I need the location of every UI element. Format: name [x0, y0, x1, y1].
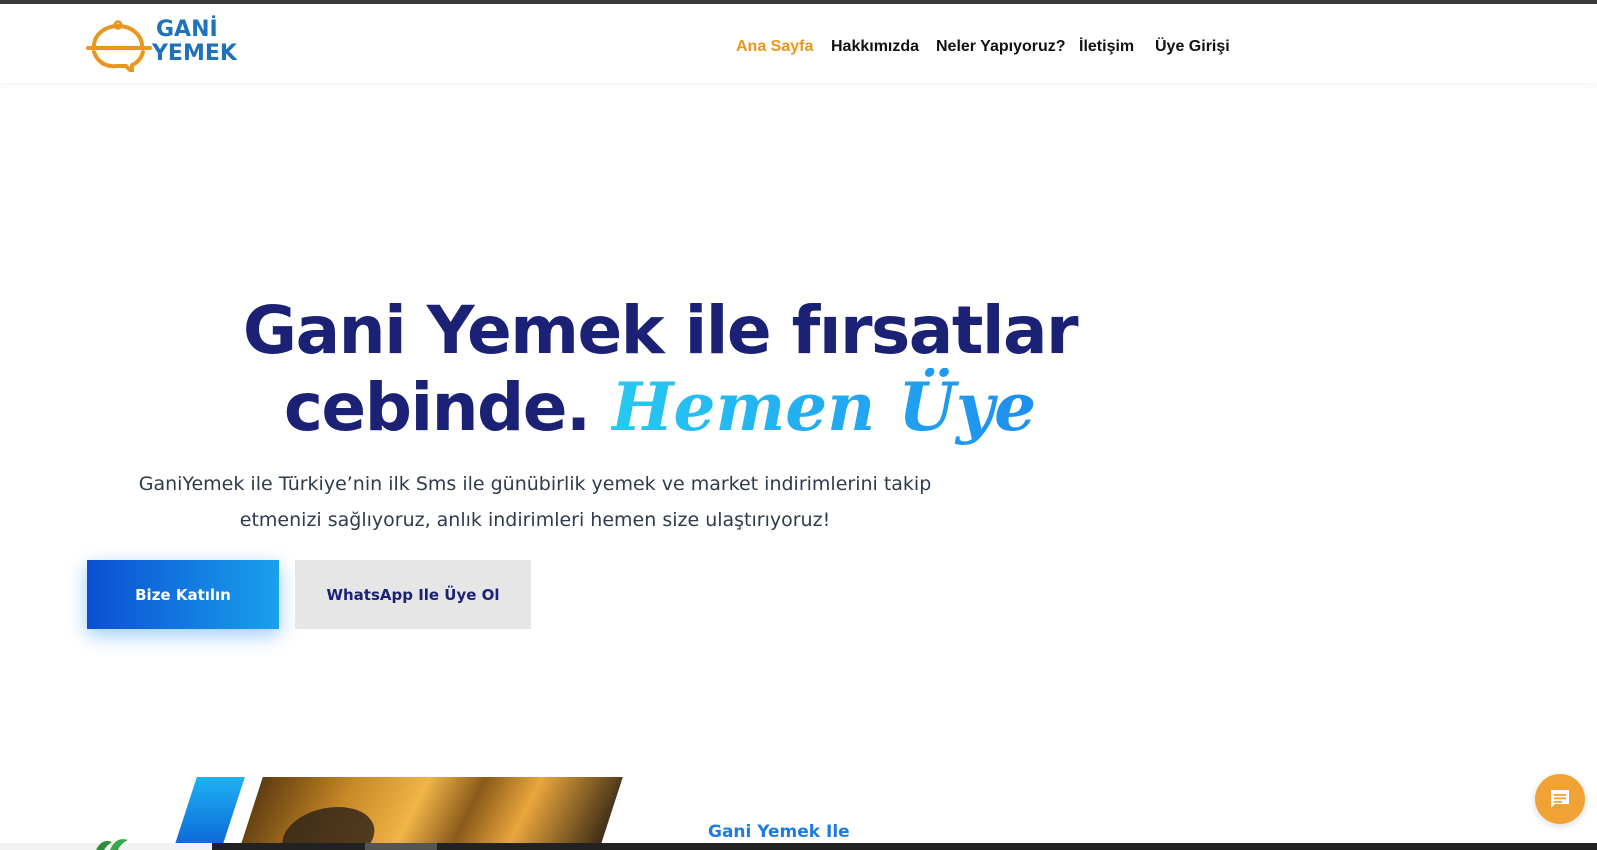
hero-title-line2: cebinde. Hemen Üye — [220, 369, 1100, 446]
restaurant-photo — [239, 777, 623, 850]
hero-title-line2-text: cebinde. — [283, 369, 591, 446]
chat-widget-button[interactable] — [1535, 774, 1585, 824]
nav-item-login[interactable]: Üye Girişi — [1155, 38, 1230, 56]
brand-name-line1: GANİ — [156, 17, 218, 42]
nav-item-about[interactable]: Hakkımızda — [831, 38, 919, 56]
brand-name-line2: YEMEK — [152, 41, 237, 66]
chat-bubble-icon — [1551, 790, 1569, 808]
nav-item-home[interactable]: Ana Sayfa — [736, 38, 813, 56]
hero-title-accent: Hemen Üye — [611, 368, 1037, 446]
brand-logo[interactable]: GANİ YEMEK — [86, 18, 246, 74]
decorative-stripe — [175, 777, 245, 850]
hero-subtitle-line1: GaniYemek ile Türkiye’nin ilk Sms ile gü… — [138, 473, 932, 495]
hero-subtitle-line2: etmenizi sağlıyoruz, anlık indirimleri h… — [239, 509, 831, 531]
whatsapp-signup-button[interactable]: WhatsApp Ile Üye Ol — [295, 560, 531, 629]
nav-item-contact[interactable]: İletişim — [1079, 38, 1134, 56]
scrollbar-thumb[interactable] — [365, 843, 437, 850]
nav-item-services[interactable]: Neler Yapıyoruz? — [936, 38, 1066, 56]
about-image — [175, 777, 635, 850]
about-section-label: Gani Yemek Ile — [708, 822, 850, 842]
leaf-icon — [96, 839, 128, 850]
food-cloche-icon — [86, 20, 152, 72]
join-button[interactable]: Bize Katılın — [87, 560, 279, 629]
hero-title-line1: Gani Yemek ile fırsatlar — [242, 292, 1079, 369]
site-header: GANİ YEMEK Ana Sayfa Hakkımızda Neler Ya… — [0, 4, 1597, 83]
hero-title: Gani Yemek ile fırsatlar cebinde. Hemen … — [220, 293, 1100, 446]
hero-subtitle: GaniYemek ile Türkiye’nin ilk Sms ile gü… — [100, 466, 970, 538]
brand-name: GANİ YEMEK — [152, 18, 237, 66]
